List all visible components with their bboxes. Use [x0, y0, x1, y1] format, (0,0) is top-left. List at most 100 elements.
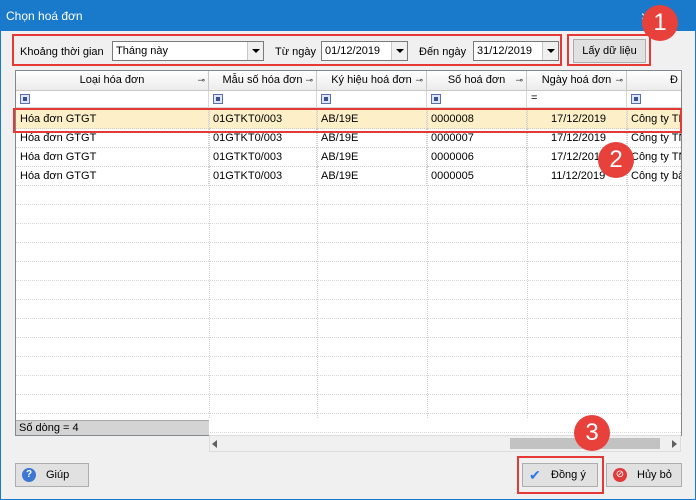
empty-row — [16, 300, 681, 319]
horizontal-scrollbar[interactable] — [209, 435, 681, 452]
cell-symbol: AB/19E — [317, 129, 427, 148]
column-divider — [209, 109, 210, 418]
empty-row — [16, 357, 681, 376]
empty-row — [16, 281, 681, 300]
column-header-label: Số hoá đơn — [447, 74, 506, 86]
period-value: Tháng này — [116, 45, 168, 57]
fetch-data-button[interactable]: Lấy dữ liệu — [573, 39, 646, 63]
cell-date: 17/12/2019 — [527, 110, 627, 129]
empty-row — [16, 262, 681, 281]
column-header-label: Ngày hoá đơn — [541, 74, 612, 86]
to-date-value: 31/12/2019 — [477, 45, 533, 57]
empty-row — [16, 319, 681, 338]
column-header-label: Mẫu số hóa đơn — [222, 74, 303, 86]
column-header-date[interactable]: Ngày hoá đơn ⊸ — [527, 71, 627, 91]
filter-icon[interactable] — [20, 94, 30, 104]
filter-icon[interactable] — [631, 94, 641, 104]
window-title: Chọn hoá đơn — [6, 9, 83, 23]
cell-symbol: AB/19E — [317, 167, 427, 186]
column-header-label: Đ — [670, 74, 678, 86]
cell-number: 0000006 — [427, 148, 527, 167]
checkmark-icon: ✔ — [529, 467, 541, 483]
cell-partner: Công ty TNHH — [627, 148, 681, 167]
cancel-icon: ⊘ — [613, 468, 627, 482]
cell-invoice-type: Hóa đơn GTGT — [16, 167, 209, 186]
cell-template: 01GTKT0/003 — [209, 129, 317, 148]
pin-icon[interactable]: ⊸ — [197, 71, 205, 90]
callout-1-badge: 1 — [642, 5, 678, 41]
empty-row — [16, 224, 681, 243]
filter-cell[interactable] — [209, 91, 317, 108]
column-divider — [527, 109, 528, 418]
scroll-right-icon[interactable] — [672, 440, 677, 448]
table-row[interactable]: Hóa đơn GTGT 01GTKT0/003 AB/19E 0000006 17/1… — [16, 148, 681, 167]
to-date-picker[interactable]: 31/12/2019 — [473, 41, 559, 61]
table-row[interactable]: Hóa đơn GTGT 01GTKT0/003 AB/19E 0000007 17/1… — [16, 129, 681, 148]
pin-icon[interactable]: ⊸ — [305, 71, 313, 90]
filter-cell[interactable] — [627, 91, 681, 108]
column-header-symbol[interactable]: Ký hiệu hoá đơn ⊸ — [317, 71, 427, 91]
filter-cell[interactable]: = — [527, 91, 627, 108]
from-date-picker[interactable]: 01/12/2019 — [321, 41, 408, 61]
invoice-grid: Loại hóa đơn ⊸ Mẫu số hóa đơn ⊸ Ký hiệu ho… — [15, 70, 682, 436]
filter-icon[interactable] — [321, 94, 331, 104]
table-row[interactable]: Hóa đơn GTGT 01GTKT0/003 AB/19E 0000005 11/1… — [16, 167, 681, 186]
cell-symbol: AB/19E — [317, 148, 427, 167]
column-header-invoice-type[interactable]: Loại hóa đơn ⊸ — [16, 71, 209, 91]
empty-row — [16, 376, 681, 395]
help-label: Giúp — [46, 469, 70, 481]
title-bar: Chọn hoá đơn × — [1, 1, 695, 31]
filter-cell[interactable] — [317, 91, 427, 108]
column-divider — [427, 109, 428, 418]
choose-invoice-dialog: Chọn hoá đơn × Khoảng thời gian Tháng nà… — [0, 0, 696, 500]
cell-invoice-type: Hóa đơn GTGT — [16, 129, 209, 148]
to-date-label: Đến ngày — [419, 46, 467, 58]
cell-symbol: AB/19E — [317, 110, 427, 129]
empty-row — [16, 243, 681, 262]
empty-row — [16, 395, 681, 414]
empty-row — [16, 205, 681, 224]
filter-cell[interactable] — [427, 91, 527, 108]
from-date-value: 01/12/2019 — [325, 45, 381, 57]
cell-partner: Công ty TNHH — [627, 129, 681, 148]
chevron-down-icon[interactable] — [542, 42, 558, 60]
callout-3-badge: 3 — [574, 415, 610, 451]
cell-template: 01GTKT0/003 — [209, 148, 317, 167]
chevron-down-icon[interactable] — [247, 42, 263, 60]
pin-icon[interactable]: ⊸ — [615, 71, 623, 90]
scroll-left-icon[interactable] — [212, 440, 217, 448]
equals-icon[interactable]: = — [531, 92, 537, 104]
help-button[interactable]: ? Giúp — [15, 463, 89, 487]
cell-partner: Công ty bảo — [627, 167, 681, 186]
cell-template: 01GTKT0/003 — [209, 110, 317, 129]
cell-template: 01GTKT0/003 — [209, 167, 317, 186]
column-header-partner[interactable]: Đ — [627, 71, 681, 91]
period-label: Khoảng thời gian — [20, 46, 104, 58]
empty-row — [16, 338, 681, 357]
help-icon: ? — [22, 468, 36, 482]
pin-icon[interactable]: ⊸ — [515, 71, 523, 90]
cancel-button[interactable]: ⊘ Hủy bỏ — [606, 463, 682, 487]
row-count: Số dòng = 4 — [16, 420, 209, 435]
empty-row — [16, 186, 681, 205]
column-header-label: Ký hiệu hoá đơn — [331, 74, 412, 86]
cell-number: 0000008 — [427, 110, 527, 129]
ok-button[interactable]: ✔ Đồng ý — [522, 463, 598, 487]
callout-2-badge: 2 — [598, 142, 634, 178]
cell-invoice-type: Hóa đơn GTGT — [16, 148, 209, 167]
period-select[interactable]: Tháng này — [112, 41, 264, 61]
cell-invoice-type: Hóa đơn GTGT — [16, 110, 209, 129]
column-header-label: Loại hóa đơn — [79, 74, 145, 86]
column-header-template[interactable]: Mẫu số hóa đơn ⊸ — [209, 71, 317, 91]
cell-partner: Công ty TNHH — [627, 110, 681, 129]
pin-icon[interactable]: ⊸ — [415, 71, 423, 90]
filter-icon[interactable] — [213, 94, 223, 104]
filter-icon[interactable] — [431, 94, 441, 104]
cancel-label: Hủy bỏ — [637, 469, 672, 481]
column-divider — [317, 109, 318, 418]
chevron-down-icon[interactable] — [391, 42, 407, 60]
cell-number: 0000005 — [427, 167, 527, 186]
table-row[interactable]: Hóa đơn GTGT 01GTKT0/003 AB/19E 0000008 17/1… — [16, 110, 681, 129]
filter-cell[interactable] — [16, 91, 209, 108]
column-header-number[interactable]: Số hoá đơn ⊸ — [427, 71, 527, 91]
